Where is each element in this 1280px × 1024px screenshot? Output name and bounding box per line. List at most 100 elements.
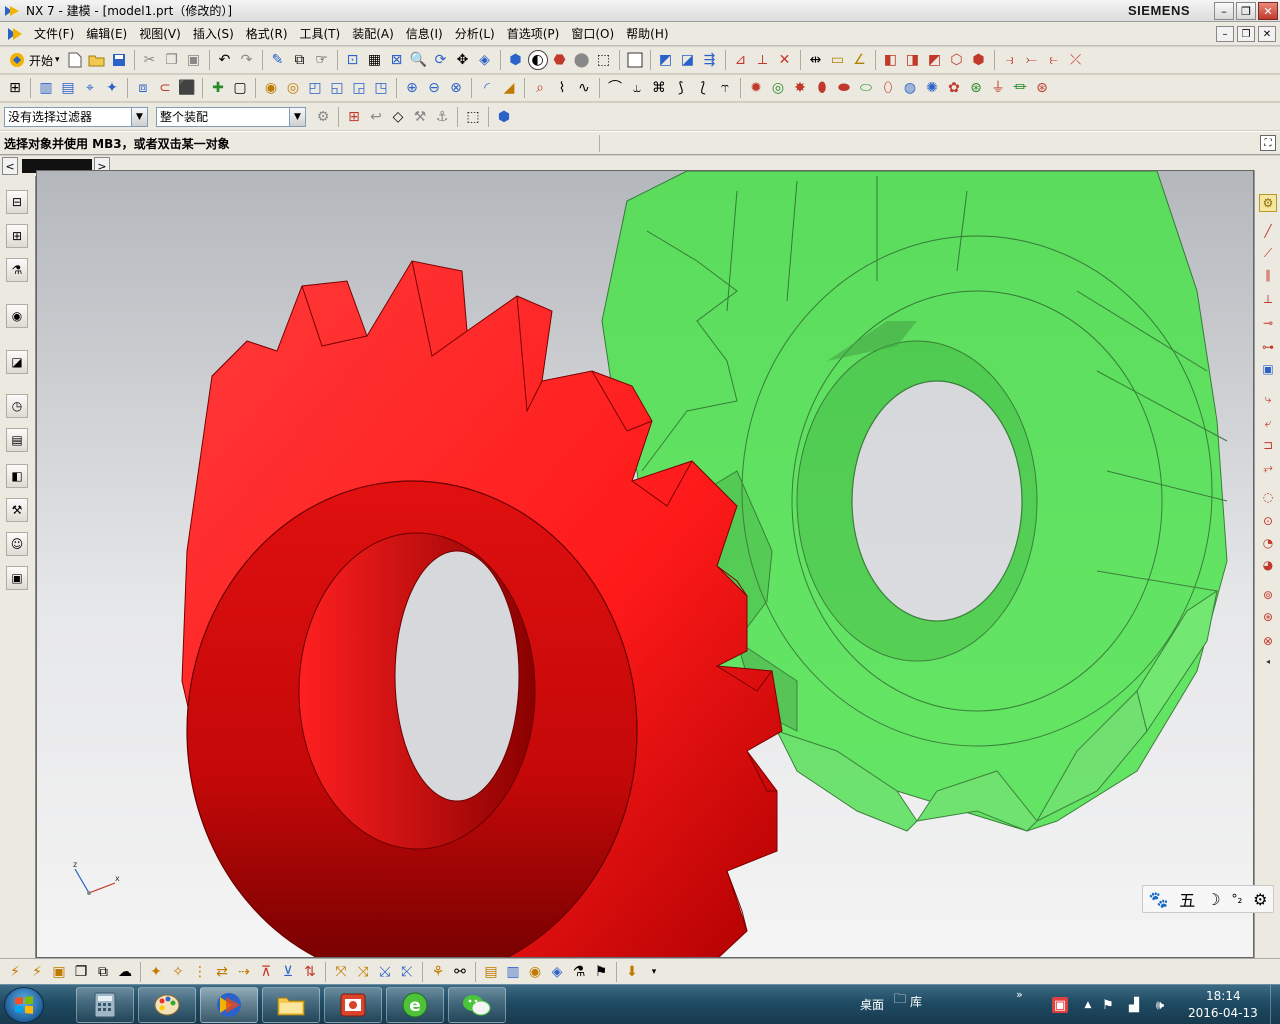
move-component-icon[interactable]: ⇢ — [234, 962, 254, 982]
select-feature-icon[interactable]: ⚒ — [410, 107, 430, 127]
cube-view-icon[interactable]: ⬢ — [494, 107, 514, 127]
add-component-icon[interactable]: ✦ — [146, 962, 166, 982]
reference-set-icon[interactable]: ⚑ — [591, 962, 611, 982]
deformable-part-icon[interactable]: ⚗ — [569, 962, 589, 982]
gear-tool-3-icon[interactable]: ✸ — [790, 78, 810, 98]
gear-tool-2-icon[interactable]: ◎ — [768, 78, 788, 98]
paste-icon[interactable]: ▣ — [184, 50, 204, 70]
curve-on-surface-icon[interactable]: ⥾ — [715, 78, 735, 98]
point-icon[interactable]: ✦ — [102, 78, 122, 98]
process-studio-tab-icon[interactable]: ◧ — [6, 464, 28, 488]
menu-insert[interactable]: 插入(S) — [187, 22, 240, 46]
intersection-point-icon[interactable]: ⊗ — [1259, 632, 1277, 650]
chamfer-icon[interactable]: ◢ — [499, 78, 519, 98]
select-face-icon[interactable]: ◇ — [388, 107, 408, 127]
menu-file[interactable]: 文件(F) — [28, 22, 80, 46]
action-center-flag-icon[interactable]: ⚑ — [1100, 997, 1116, 1013]
background-color-icon[interactable] — [625, 50, 645, 70]
sequence-icon[interactable]: ⚘ — [428, 962, 448, 982]
snap-end-icon[interactable]: ↩ — [366, 107, 386, 127]
gear-tool-12-icon[interactable]: ⏚ — [988, 78, 1008, 98]
revolve-icon[interactable]: ⬢ — [969, 50, 989, 70]
zoom-box-icon[interactable]: ▦ — [365, 50, 385, 70]
fillet-icon[interactable]: ⤷ — [1259, 390, 1277, 408]
taskbar-nx[interactable] — [200, 987, 258, 1023]
measure-distance-icon[interactable]: ⇹ — [806, 50, 826, 70]
layer-settings-icon[interactable]: ◩ — [656, 50, 676, 70]
wireframe-icon[interactable]: ⬚ — [594, 50, 614, 70]
interpart-link-icon[interactable]: ▥ — [503, 962, 523, 982]
library-toolbar-label[interactable]: 库 — [910, 993, 922, 1010]
transform-icon[interactable]: ⧉ — [290, 50, 310, 70]
component-tool-6-icon[interactable]: ☁ — [115, 962, 135, 982]
fit-view-icon[interactable]: ⊡ — [343, 50, 363, 70]
select-body-icon[interactable]: ⚓ — [432, 107, 452, 127]
gear-tool-1-icon[interactable]: ✹ — [746, 78, 766, 98]
doc-restore-button[interactable]: ❐ — [1237, 26, 1255, 42]
unexplode-icon[interactable]: ⤪ — [397, 962, 417, 982]
menu-window[interactable]: 窗口(O) — [565, 22, 620, 46]
sketch-curve-icon[interactable]: ⊂ — [155, 78, 175, 98]
taskbar-calculator[interactable] — [76, 987, 134, 1023]
geometry-link-icon[interactable]: ◉ — [525, 962, 545, 982]
ellipse-icon[interactable]: ◕ — [1259, 556, 1277, 574]
save-icon[interactable] — [109, 50, 129, 70]
hole-icon[interactable]: ◉ — [261, 78, 281, 98]
rotate-icon[interactable]: ⟳ — [431, 50, 451, 70]
point-on-surface-icon[interactable]: ⊛ — [1259, 608, 1277, 626]
edit-object-icon[interactable]: ✎ — [268, 50, 288, 70]
menu-edit[interactable]: 编辑(E) — [80, 22, 133, 46]
component-tool-3-icon[interactable]: ▣ — [49, 962, 69, 982]
minimize-button[interactable]: – — [1214, 2, 1234, 20]
gear-tool-6-icon[interactable]: ⬭ — [856, 78, 876, 98]
perspective-icon[interactable]: ◈ — [475, 50, 495, 70]
circle-point-icon[interactable]: ⊸ — [1259, 314, 1277, 332]
rail-expand-icon[interactable]: ◂ — [1259, 652, 1277, 670]
circle-center-icon[interactable]: ⊙ — [1259, 512, 1277, 530]
menu-help[interactable]: 帮助(H) — [620, 22, 674, 46]
analysis-icon[interactable]: ⌕ — [530, 78, 550, 98]
system-materials-tab-icon[interactable]: ▤ — [6, 428, 28, 452]
line-icon[interactable]: ╱ — [1259, 222, 1277, 240]
new-component-icon[interactable]: ✧ — [168, 962, 188, 982]
menu-format[interactable]: 格式(R) — [240, 22, 294, 46]
curve-tool-icon[interactable]: ⥽ — [1000, 50, 1020, 70]
paw-icon[interactable]: 🐾 — [1148, 890, 1168, 909]
wcs-icon[interactable]: ⊿ — [731, 50, 751, 70]
desktop-toolbar-label[interactable]: 桌面 — [860, 996, 884, 1013]
solid-box-icon[interactable]: ⬛ — [177, 78, 197, 98]
intersect-icon[interactable]: ⊗ — [446, 78, 466, 98]
gear-tool-10-icon[interactable]: ✿ — [944, 78, 964, 98]
constraint-navigator-tab-icon[interactable]: ⊞ — [6, 224, 28, 248]
measure-angle-icon[interactable]: ∠ — [850, 50, 870, 70]
offset-icon[interactable]: ▣ — [1259, 360, 1277, 378]
circle-icon[interactable]: ◌ — [1259, 488, 1277, 506]
gear-tool-7-icon[interactable]: ⬯ — [878, 78, 898, 98]
shaded-edges-icon[interactable]: ⬣ — [550, 50, 570, 70]
tangent-icon[interactable]: ⊶ — [1259, 338, 1277, 356]
tray-app-icon[interactable]: ▣ — [1052, 997, 1068, 1013]
library-folder-icon[interactable]: 🗀 — [892, 992, 908, 1009]
moon-icon[interactable]: ☽ — [1206, 890, 1220, 909]
gear-tool-5-icon[interactable]: ⬬ — [834, 78, 854, 98]
measure-length-icon[interactable]: ▭ — [828, 50, 848, 70]
assembly-cut-icon[interactable]: ⬇ — [622, 962, 642, 982]
graphics-viewport[interactable]: z x — [36, 170, 1254, 958]
system-scenes-tab-icon[interactable]: ▣ — [6, 566, 28, 590]
pan-icon[interactable]: ✥ — [453, 50, 473, 70]
clearance-icon[interactable]: ⚯ — [450, 962, 470, 982]
move-layer-icon[interactable]: ⇶ — [700, 50, 720, 70]
windows-start-button[interactable] — [4, 987, 44, 1023]
auto-explode-icon[interactable]: ⤩ — [375, 962, 395, 982]
close-button[interactable]: ✕ — [1258, 2, 1278, 20]
gear-tool-9-icon[interactable]: ✺ — [922, 78, 942, 98]
assembly-navigator-icon[interactable]: ⊞ — [5, 78, 25, 98]
gear-tool-14-icon[interactable]: ⊛ — [1032, 78, 1052, 98]
sheet-icon[interactable]: ▢ — [230, 78, 250, 98]
copy-icon[interactable]: ❐ — [162, 50, 182, 70]
taskbar-explorer[interactable] — [262, 987, 320, 1023]
full-screen-icon[interactable]: ⛶ — [1260, 135, 1276, 151]
sketch-icon[interactable]: ⧈ — [133, 78, 153, 98]
datum-csys-icon[interactable]: ⌖ — [80, 78, 100, 98]
trim-icon[interactable]: ⤚ — [1022, 50, 1042, 70]
